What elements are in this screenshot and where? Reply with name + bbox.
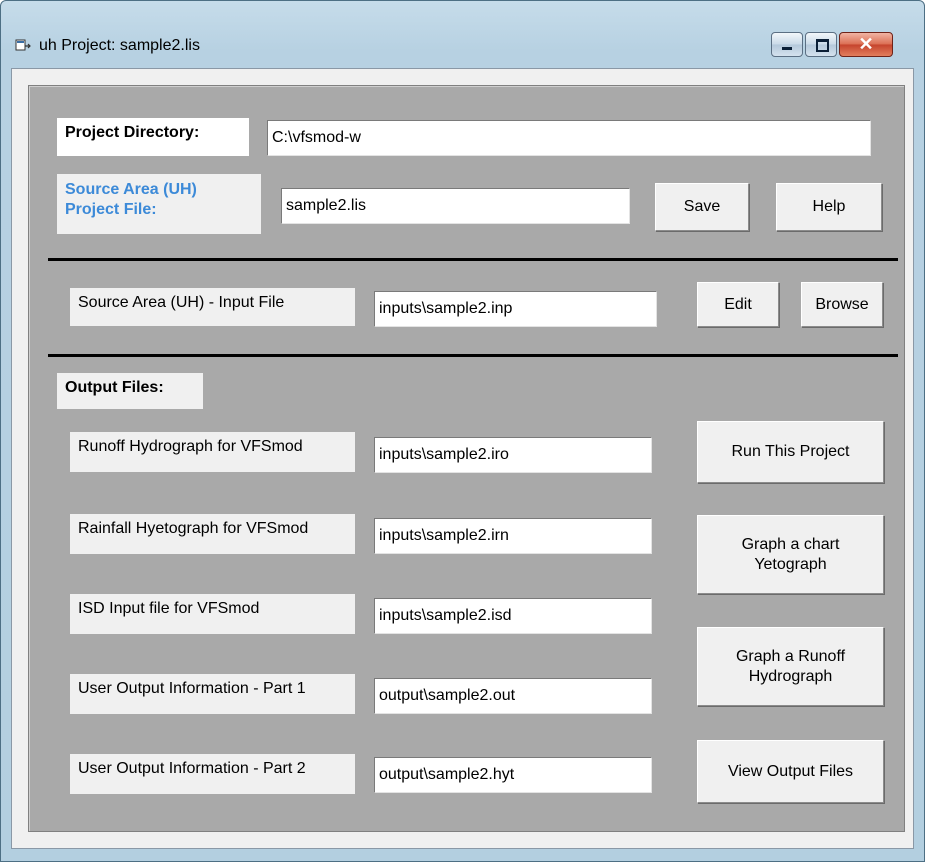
output-field-isd[interactable]: inputs\sample2.isd [374, 598, 652, 634]
maximize-button[interactable] [805, 32, 837, 57]
divider-2 [48, 354, 898, 357]
output-field-rainfall[interactable]: inputs\sample2.irn [374, 518, 652, 554]
minimize-button[interactable] [771, 32, 803, 57]
output-field-part2[interactable]: output\sample2.hyt [374, 757, 652, 793]
output-field-part1[interactable]: output\sample2.out [374, 678, 652, 714]
graph-yetograph-line2: Yetograph [754, 555, 827, 573]
view-output-button[interactable]: View Output Files [697, 740, 884, 803]
graph-yetograph-button[interactable]: Graph a chart Yetograph [697, 515, 884, 594]
divider-1 [48, 258, 898, 261]
graph-runoff-button[interactable]: Graph a Runoff Hydrograph [697, 627, 884, 706]
run-project-button[interactable]: Run This Project [697, 421, 884, 483]
browse-button[interactable]: Browse [801, 282, 883, 327]
edit-button[interactable]: Edit [697, 282, 779, 327]
save-button[interactable]: Save [655, 183, 749, 231]
project-file-label: Source Area (UH) Project File: [57, 174, 261, 234]
output-label-part1: User Output Information - Part 1 [70, 674, 355, 714]
graph-runoff-line1: Graph a Runoff [735, 647, 846, 665]
output-files-heading: Output Files: [57, 373, 203, 409]
output-label-isd: ISD Input file for VFSmod [70, 594, 355, 634]
close-button[interactable]: ✕ [839, 32, 893, 57]
minimize-icon [772, 33, 802, 56]
graph-yetograph-line1: Graph a chart [741, 535, 840, 553]
close-icon: ✕ [858, 34, 874, 54]
output-label-rainfall: Rainfall Hyetograph for VFSmod [70, 514, 355, 554]
maximize-icon [806, 33, 836, 56]
title-bar[interactable]: uh Project: sample2.lis ✕ [1, 1, 924, 59]
output-label-runoff: Runoff Hydrograph for VFSmod [70, 432, 355, 472]
project-directory-field[interactable]: C:\vfsmod-w [267, 120, 871, 156]
project-file-field[interactable]: sample2.lis [281, 188, 630, 224]
help-button[interactable]: Help [776, 183, 882, 231]
output-label-part2: User Output Information - Part 2 [70, 754, 355, 794]
output-field-runoff[interactable]: inputs\sample2.iro [374, 437, 652, 473]
graph-runoff-line2: Hydrograph [748, 667, 833, 685]
input-file-field[interactable]: inputs\sample2.inp [374, 291, 657, 327]
input-file-label: Source Area (UH) - Input File [70, 288, 355, 326]
project-directory-label: Project Directory: [57, 118, 249, 156]
window-title: uh Project: sample2.lis [39, 37, 200, 54]
app-icon [15, 39, 31, 51]
